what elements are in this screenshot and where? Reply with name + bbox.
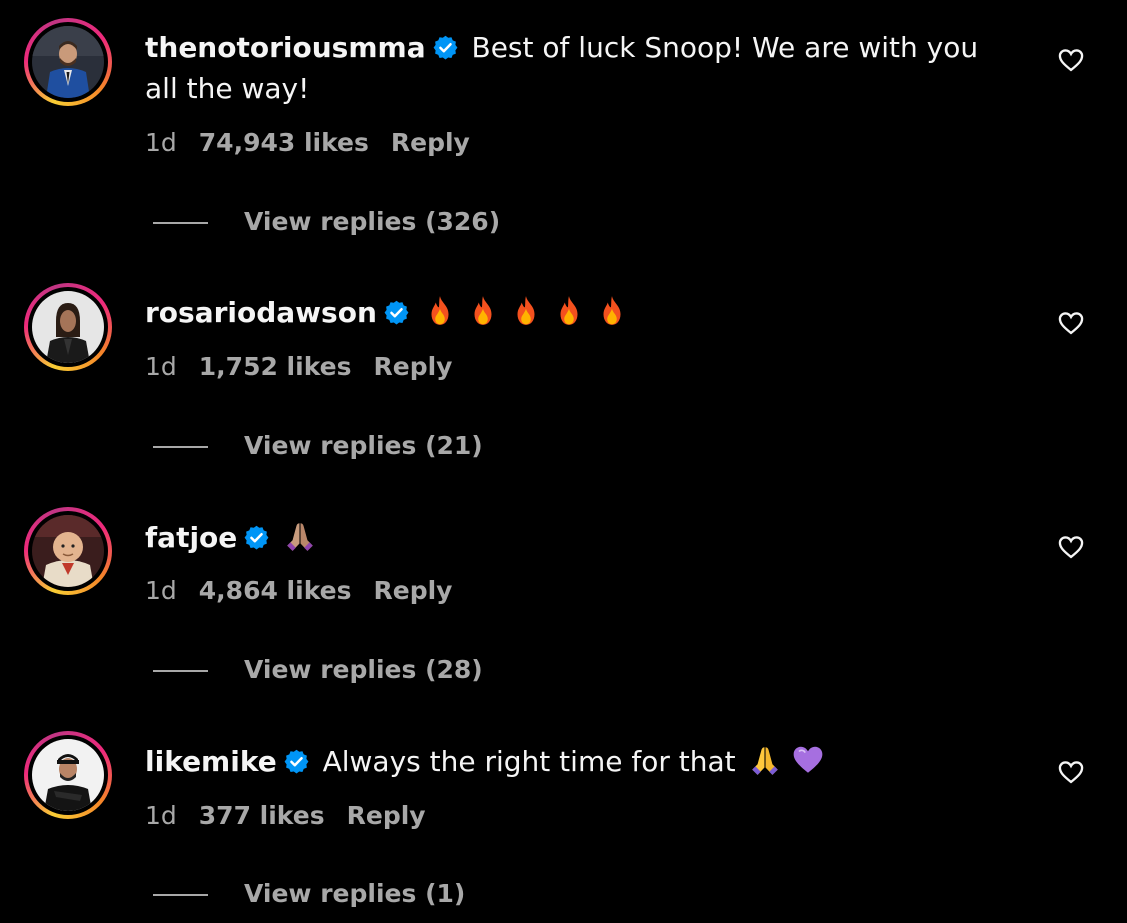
verified-badge-icon	[384, 300, 409, 325]
story-ring[interactable]	[24, 18, 112, 106]
folded-hands-emoji-icon	[751, 747, 778, 775]
fire-emoji-icon	[560, 296, 578, 325]
heart-icon[interactable]	[1057, 309, 1085, 337]
story-ring[interactable]	[24, 507, 112, 595]
comment-text: thenotoriousmma Best of luck Snoop! We a…	[145, 27, 1005, 109]
timestamp: 1d	[145, 801, 177, 830]
divider-line	[153, 670, 208, 672]
avatar[interactable]	[32, 515, 104, 587]
reply-button[interactable]: Reply	[347, 801, 426, 830]
likes-count[interactable]: 377 likes	[199, 801, 325, 830]
divider-line	[153, 446, 208, 448]
fire-emoji-icon	[603, 296, 621, 325]
view-replies-button[interactable]: View replies (1)	[153, 879, 465, 909]
comment-meta: 1d 4,864 likes Reply	[145, 576, 474, 606]
fire-emoji-icon	[517, 296, 535, 325]
view-replies-button[interactable]: View replies (326)	[153, 207, 500, 237]
avatar[interactable]	[32, 739, 104, 811]
folded-hands-emoji-icon	[287, 523, 313, 551]
divider-line	[153, 894, 208, 896]
divider-line	[153, 222, 208, 224]
comment-meta: 1d 1,752 likes Reply	[145, 352, 474, 382]
reply-button[interactable]: Reply	[374, 352, 453, 381]
heart-icon[interactable]	[1057, 533, 1085, 561]
reply-button[interactable]: Reply	[391, 128, 470, 157]
view-replies-label: View replies (28)	[244, 655, 483, 684]
view-replies-label: View replies (1)	[244, 879, 466, 908]
timestamp: 1d	[145, 576, 177, 605]
likes-count[interactable]: 1,752 likes	[199, 352, 352, 381]
fire-emoji-icon	[474, 296, 492, 325]
verified-badge-icon	[433, 35, 458, 60]
heart-icon[interactable]	[1057, 46, 1085, 74]
comment-text: fatjoe	[145, 517, 1005, 558]
username[interactable]: likemike	[145, 745, 277, 778]
username[interactable]: thenotoriousmma	[145, 31, 426, 64]
timestamp: 1d	[145, 128, 177, 157]
avatar[interactable]	[32, 291, 104, 363]
heart-icon[interactable]	[1057, 758, 1085, 786]
avatar-man-black-cap-icon	[32, 739, 104, 811]
view-replies-button[interactable]: View replies (21)	[153, 431, 483, 461]
timestamp: 1d	[145, 352, 177, 381]
reply-button[interactable]: Reply	[374, 576, 453, 605]
comment-meta: 1d 377 likes Reply	[145, 801, 448, 831]
verified-badge-icon	[284, 749, 309, 774]
username[interactable]: fatjoe	[145, 521, 237, 554]
view-replies-label: View replies (21)	[244, 431, 483, 460]
comment-message: Always the right time for that	[322, 745, 736, 778]
likes-count[interactable]: 4,864 likes	[199, 576, 352, 605]
view-replies-label: View replies (326)	[244, 207, 501, 236]
comment-text: rosariodawson	[145, 292, 1005, 333]
view-replies-button[interactable]: View replies (28)	[153, 655, 483, 685]
likes-count[interactable]: 74,943 likes	[199, 128, 369, 157]
avatar-woman-dark-jacket-icon	[32, 291, 104, 363]
comment-text: likemike Always the right time for that	[145, 741, 1005, 782]
avatar-cartoon-man-icon	[32, 515, 104, 587]
purple-heart-emoji-icon	[793, 746, 822, 773]
avatar[interactable]	[32, 26, 104, 98]
story-ring[interactable]	[24, 731, 112, 819]
username[interactable]: rosariodawson	[145, 296, 377, 329]
story-ring[interactable]	[24, 283, 112, 371]
verified-badge-icon	[244, 525, 269, 550]
fire-emoji-icon	[431, 296, 449, 325]
avatar-man-blue-suit-icon	[32, 26, 104, 98]
comment-meta: 1d 74,943 likes Reply	[145, 128, 492, 158]
